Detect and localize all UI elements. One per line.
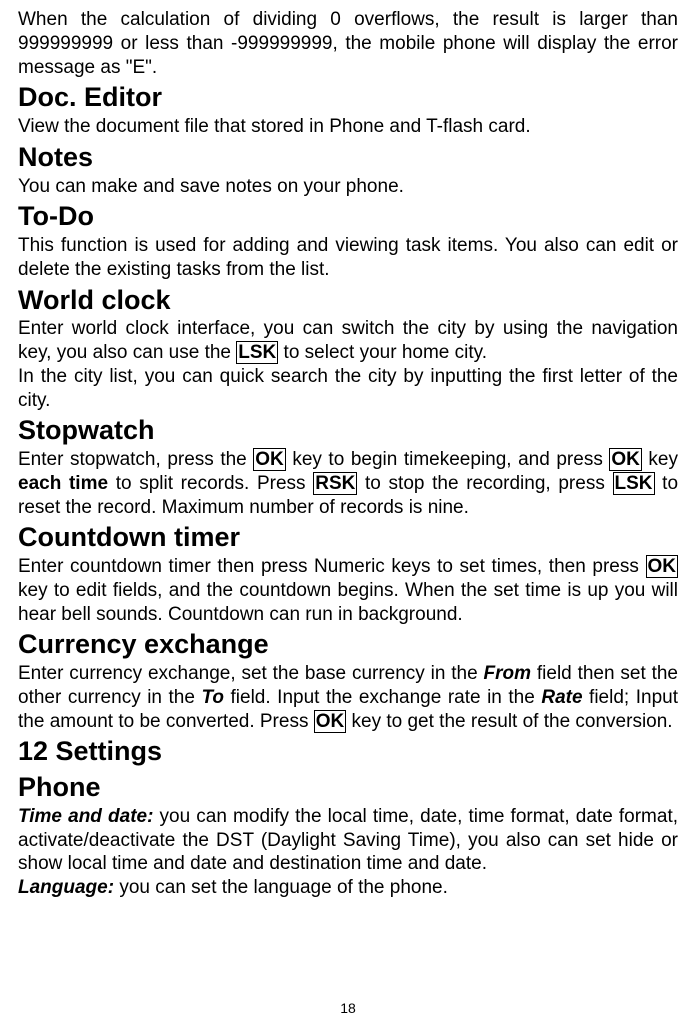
countdown-text: Enter countdown timer then press Numeric… (18, 555, 678, 626)
ok-key-1: OK (253, 448, 286, 471)
lsk-key: LSK (236, 341, 278, 364)
world-clock-text-1: Enter world clock interface, you can swi… (18, 317, 678, 365)
stopwatch-text-d: to split records. Press (108, 473, 313, 494)
countdown-text-a: Enter countdown timer then press Numeric… (18, 556, 646, 577)
rate-field-label: Rate (541, 687, 582, 708)
currency-heading: Currency exchange (18, 628, 678, 662)
stopwatch-text: Enter stopwatch, press the OK key to beg… (18, 448, 678, 519)
page-number: 18 (0, 1000, 696, 1018)
phone-heading: Phone (18, 771, 678, 805)
todo-heading: To-Do (18, 200, 678, 234)
time-date-paragraph: Time and date: you can modify the local … (18, 805, 678, 876)
ok-key-2: OK (609, 448, 642, 471)
notes-heading: Notes (18, 141, 678, 175)
doc-editor-text: View the document file that stored in Ph… (18, 115, 678, 139)
rsk-key: RSK (313, 472, 357, 495)
notes-text: You can make and save notes on your phon… (18, 175, 678, 199)
currency-text-c: field. Input the exchange rate in the (224, 687, 541, 708)
from-field-label: From (484, 663, 532, 684)
intro-paragraph: When the calculation of dividing 0 overf… (18, 8, 678, 79)
each-time-label: each time (18, 473, 108, 494)
language-paragraph: Language: you can set the language of th… (18, 876, 678, 900)
doc-editor-heading: Doc. Editor (18, 81, 678, 115)
world-clock-text-2: In the city list, you can quick search t… (18, 365, 678, 413)
todo-text: This function is used for adding and vie… (18, 234, 678, 282)
countdown-text-b: key to edit fields, and the countdown be… (18, 580, 678, 625)
language-label: Language: (18, 877, 114, 898)
ok-key-3: OK (646, 555, 679, 578)
stopwatch-text-e: to stop the recording, press (357, 473, 612, 494)
stopwatch-text-a: Enter stopwatch, press the (18, 449, 253, 470)
stopwatch-text-c: key (642, 449, 678, 470)
time-date-label: Time and date: (18, 806, 153, 827)
stopwatch-text-b: key to begin timekeeping, and press (286, 449, 610, 470)
stopwatch-heading: Stopwatch (18, 414, 678, 448)
currency-text: Enter currency exchange, set the base cu… (18, 662, 678, 733)
currency-text-a: Enter currency exchange, set the base cu… (18, 663, 484, 684)
language-text: you can set the language of the phone. (114, 877, 448, 898)
world-clock-text-1b: to select your home city. (278, 342, 487, 363)
lsk-key-2: LSK (613, 472, 655, 495)
countdown-heading: Countdown timer (18, 521, 678, 555)
to-field-label: To (201, 687, 224, 708)
settings-heading: 12 Settings (18, 735, 678, 769)
currency-text-e: key to get the result of the conversion. (346, 711, 672, 732)
ok-key-4: OK (314, 710, 347, 733)
world-clock-heading: World clock (18, 284, 678, 318)
